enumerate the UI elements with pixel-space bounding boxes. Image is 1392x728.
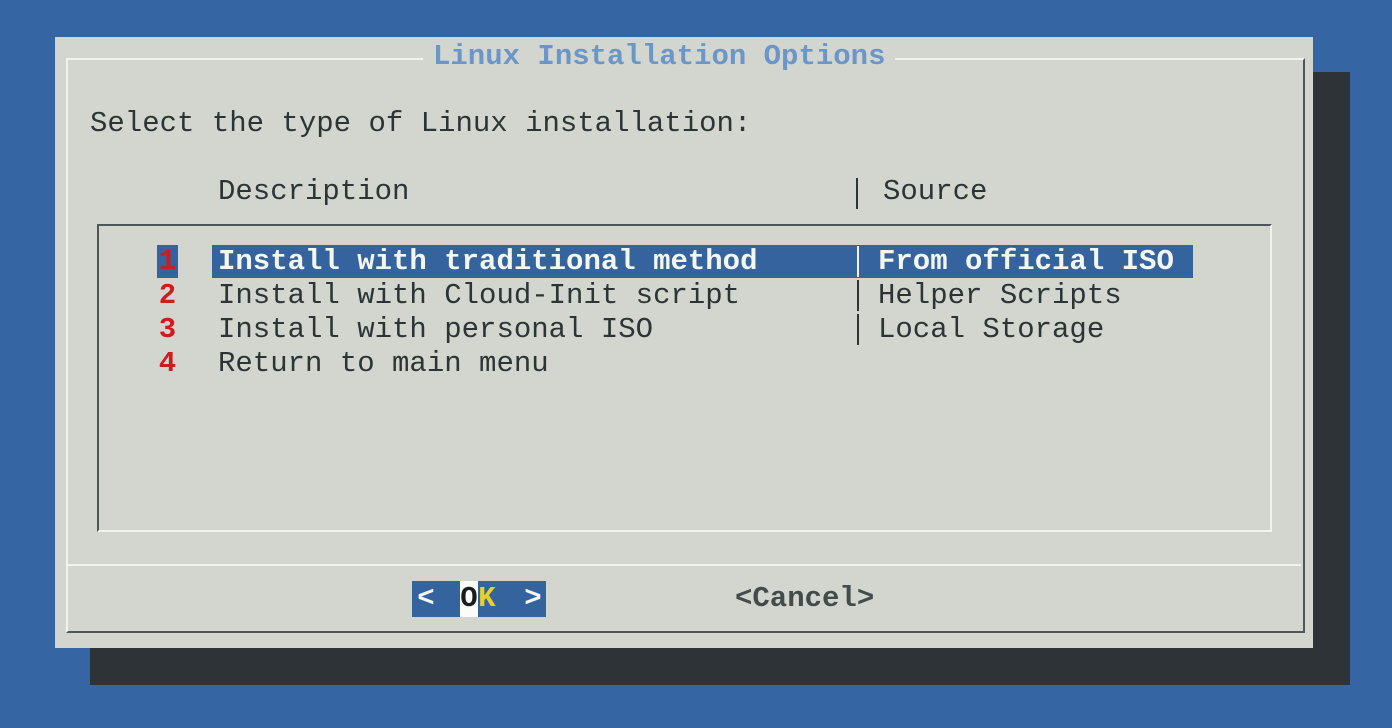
item-number: 1 bbox=[159, 245, 176, 278]
button-bar-separator bbox=[68, 564, 1301, 566]
item-description: Return to main menu bbox=[218, 347, 549, 380]
item-description: Install with personal ISO bbox=[218, 313, 653, 346]
item-number-cell: 3 bbox=[157, 313, 178, 346]
ok-left-bracket: < bbox=[417, 581, 435, 617]
item-number: 4 bbox=[159, 347, 176, 380]
item-number-cell: 4 bbox=[157, 347, 178, 380]
column-header-source: Source bbox=[883, 175, 987, 209]
menu-item-1[interactable]: 1 Install with traditional method From o… bbox=[99, 245, 1270, 278]
cancel-button[interactable]: <Cancel> bbox=[735, 582, 874, 616]
menu-item-2[interactable]: 2 Install with Cloud-Init script Helper … bbox=[99, 279, 1270, 312]
menu-listbox: 1 Install with traditional method From o… bbox=[97, 224, 1272, 532]
ok-button[interactable]: < O K > bbox=[412, 581, 546, 617]
ok-hotkey-char: K bbox=[478, 581, 496, 617]
installation-options-dialog: Linux Installation Options Select the ty… bbox=[55, 37, 1313, 648]
ok-cursor-char: O bbox=[460, 581, 478, 617]
item-source: Local Storage bbox=[878, 313, 1104, 346]
item-source: From official ISO bbox=[878, 245, 1174, 278]
item-description: Install with Cloud-Init script bbox=[218, 279, 740, 312]
column-separator-bar bbox=[857, 314, 859, 345]
menu-item-4[interactable]: 4 Return to main menu bbox=[99, 347, 1270, 380]
ok-right-bracket: > bbox=[524, 581, 542, 617]
menu-item-3[interactable]: 3 Install with personal ISO Local Storag… bbox=[99, 313, 1270, 346]
terminal-screen: Linux Installation Options Select the ty… bbox=[0, 0, 1392, 728]
item-source: Helper Scripts bbox=[878, 279, 1122, 312]
item-number-cell: 2 bbox=[157, 279, 178, 312]
column-separator-bar bbox=[857, 246, 859, 277]
dialog-title: Linux Installation Options bbox=[423, 40, 895, 74]
dialog-prompt: Select the type of Linux installation: bbox=[90, 107, 751, 141]
item-number-cell: 1 bbox=[157, 245, 178, 278]
column-header-description: Description bbox=[218, 175, 409, 209]
item-description: Install with traditional method bbox=[218, 245, 758, 278]
column-separator-bar bbox=[856, 178, 858, 209]
item-number: 2 bbox=[159, 279, 176, 312]
item-number: 3 bbox=[159, 313, 176, 346]
column-separator-bar bbox=[857, 280, 859, 311]
